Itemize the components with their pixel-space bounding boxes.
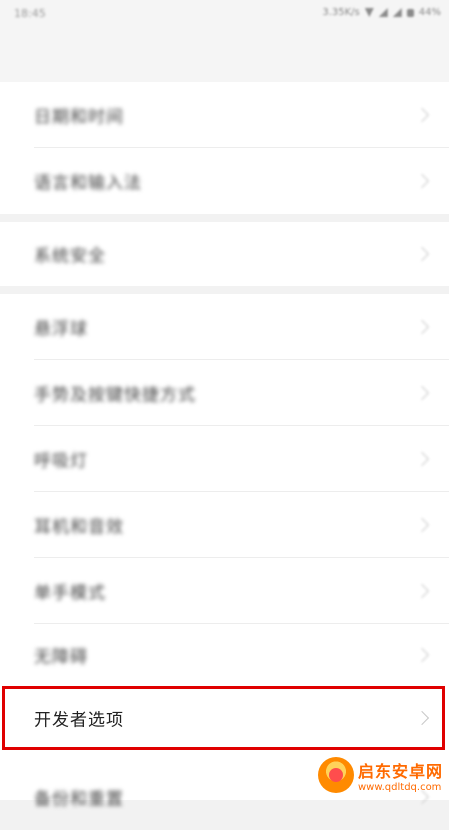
settings-row-headphones-audio[interactable]: 耳机和音效 (0, 492, 449, 558)
chevron-right-icon (414, 173, 430, 189)
row-label: 无障碍 (34, 647, 88, 668)
chevron-right-icon (414, 583, 430, 599)
row-label: 系统安全 (34, 246, 106, 267)
chevron-right-icon (414, 385, 430, 401)
status-time: 18:45 (14, 7, 46, 20)
chevron-right-icon (414, 517, 430, 533)
row-label: 备份和重置 (34, 789, 124, 810)
signal-icon (378, 8, 388, 17)
row-label: 悬浮球 (34, 319, 88, 340)
settings-row-floating-ball[interactable]: 悬浮球 (0, 294, 449, 360)
chevron-right-icon (414, 451, 430, 467)
row-label: 手势及按键快捷方式 (34, 385, 196, 406)
settings-row-one-handed[interactable]: 单手模式 (0, 558, 449, 624)
status-bar: 18:45 3.35K/s 44% (0, 0, 449, 28)
settings-group-1: 日期和时间 语言和输入法 (0, 82, 449, 214)
settings-row-developer-options[interactable]: 开发者选项 (0, 686, 449, 750)
network-speed: 3.35K/s (322, 7, 360, 18)
settings-row-accessibility[interactable]: 无障碍 (0, 622, 449, 688)
row-label: 呼吸灯 (34, 451, 88, 472)
row-label: 日期和时间 (34, 107, 124, 128)
settings-row-breathing-light[interactable]: 呼吸灯 (0, 426, 449, 492)
chevron-right-icon (414, 246, 430, 262)
status-icons: 3.35K/s 44% (322, 7, 441, 18)
settings-row-system-security[interactable]: 系统安全 (0, 222, 449, 286)
lock-icon (406, 8, 414, 17)
signal-icon-2 (392, 8, 402, 17)
watermark-logo-icon (318, 757, 354, 793)
settings-row-language-input[interactable]: 语言和输入法 (0, 148, 449, 214)
battery-level: 44% (418, 7, 441, 18)
watermark: 启东安卓网 www.qdltdq.com (318, 750, 449, 800)
chevron-right-icon (414, 647, 430, 663)
row-label: 单手模式 (34, 583, 106, 604)
settings-row-date-time[interactable]: 日期和时间 (0, 82, 449, 148)
wifi-icon (364, 8, 374, 17)
watermark-url: www.qdltdq.com (358, 781, 442, 793)
row-label: 耳机和音效 (34, 517, 124, 538)
chevron-right-icon (414, 107, 430, 123)
header-area (0, 28, 449, 82)
settings-group-3: 悬浮球 手势及按键快捷方式 呼吸灯 耳机和音效 单手模式 无障碍 开发者选项 备… (0, 294, 449, 810)
row-label: 开发者选项 (34, 710, 124, 731)
chevron-right-icon (414, 319, 430, 335)
chevron-right-icon (414, 710, 430, 726)
watermark-title: 启东安卓网 (358, 761, 444, 781)
settings-group-2: 系统安全 (0, 222, 449, 286)
row-label: 语言和输入法 (34, 173, 142, 194)
settings-row-gestures[interactable]: 手势及按键快捷方式 (0, 360, 449, 426)
